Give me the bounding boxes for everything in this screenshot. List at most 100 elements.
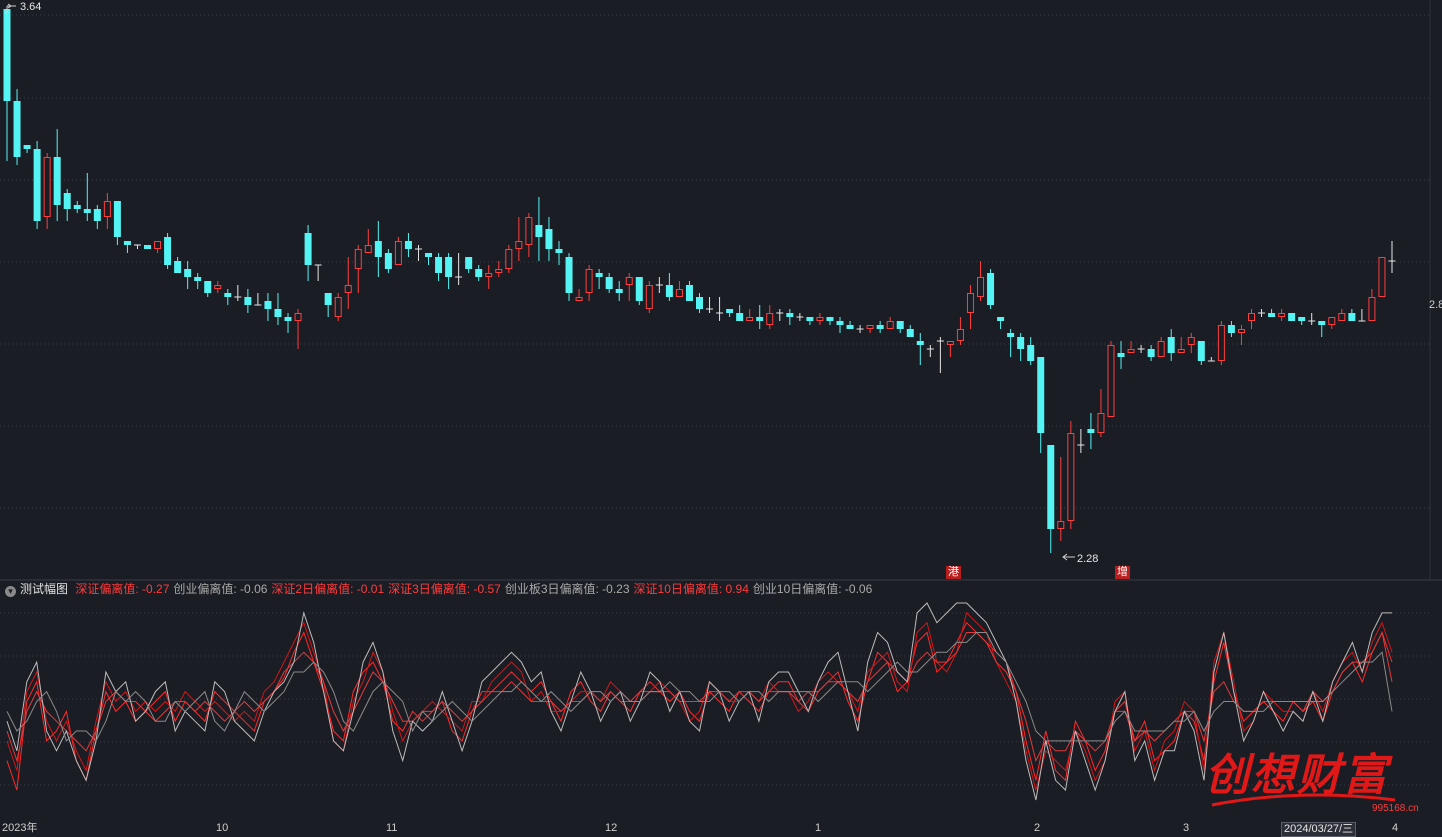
candle[interactable]: [545, 217, 553, 261]
candle[interactable]: [184, 261, 192, 289]
candle[interactable]: [736, 305, 744, 321]
candle[interactable]: [304, 225, 312, 281]
candle[interactable]: [786, 309, 794, 325]
candle[interactable]: [414, 245, 422, 261]
candle[interactable]: [796, 313, 804, 321]
candle[interactable]: [946, 341, 954, 357]
candle[interactable]: [1147, 345, 1155, 361]
candle[interactable]: [475, 265, 483, 281]
candle[interactable]: [515, 217, 523, 261]
candle[interactable]: [1027, 337, 1035, 365]
candle[interactable]: [244, 289, 252, 313]
candle[interactable]: [374, 221, 382, 277]
candle[interactable]: [103, 193, 111, 229]
candle[interactable]: [655, 277, 663, 293]
candle[interactable]: [314, 264, 322, 281]
candle[interactable]: [706, 297, 714, 313]
candle[interactable]: [164, 233, 172, 269]
candle[interactable]: [605, 273, 613, 293]
candle[interactable]: [1328, 317, 1336, 329]
candle[interactable]: [685, 281, 693, 301]
event-marker-zeng[interactable]: 增: [1115, 566, 1130, 579]
candle[interactable]: [1237, 325, 1245, 345]
event-marker-gang[interactable]: 港: [946, 566, 961, 579]
candle[interactable]: [23, 145, 31, 153]
candle[interactable]: [1258, 309, 1266, 317]
candle[interactable]: [886, 317, 894, 329]
candle[interactable]: [1137, 345, 1145, 353]
candle[interactable]: [1127, 341, 1135, 353]
candle[interactable]: [1268, 309, 1276, 317]
candle[interactable]: [33, 141, 41, 229]
candle[interactable]: [756, 305, 764, 329]
candle[interactable]: [826, 317, 834, 325]
candle[interactable]: [675, 281, 683, 297]
candle[interactable]: [535, 197, 543, 261]
candle[interactable]: [766, 305, 774, 329]
candle[interactable]: [866, 325, 874, 333]
candle[interactable]: [956, 317, 964, 345]
candle[interactable]: [585, 265, 593, 301]
candle[interactable]: [1187, 333, 1195, 353]
indicator-lines[interactable]: [6, 602, 1393, 801]
candle[interactable]: [1278, 309, 1286, 321]
candle[interactable]: [1047, 445, 1055, 553]
candle[interactable]: [1288, 313, 1296, 321]
chevron-down-icon[interactable]: ▾: [5, 586, 16, 597]
candle[interactable]: [876, 321, 884, 333]
candle[interactable]: [505, 245, 513, 273]
candle[interactable]: [1107, 341, 1115, 417]
indicator-line-4[interactable]: [6, 632, 1393, 742]
candle[interactable]: [1077, 429, 1085, 453]
candle[interactable]: [174, 257, 182, 273]
candle[interactable]: [13, 89, 21, 165]
indicator-line-2[interactable]: [6, 630, 1393, 763]
candle[interactable]: [1227, 321, 1235, 337]
candle[interactable]: [1177, 337, 1185, 353]
candle[interactable]: [1348, 309, 1356, 321]
candle[interactable]: [1378, 257, 1386, 297]
candle[interactable]: [1057, 457, 1065, 541]
candle[interactable]: [696, 293, 703, 313]
candle[interactable]: [595, 269, 603, 289]
candle[interactable]: [665, 273, 673, 301]
candle[interactable]: [123, 241, 131, 253]
candle[interactable]: [987, 269, 995, 309]
candle[interactable]: [404, 233, 412, 257]
candle[interactable]: [1358, 309, 1366, 322]
candle[interactable]: [977, 261, 985, 301]
candle[interactable]: [565, 253, 573, 301]
candle[interactable]: [1097, 389, 1105, 437]
candle[interactable]: [1217, 321, 1225, 365]
candle[interactable]: [1067, 421, 1075, 529]
candle[interactable]: [495, 261, 503, 277]
candle[interactable]: [234, 285, 242, 301]
candle[interactable]: [635, 277, 643, 305]
candle[interactable]: [936, 337, 944, 373]
candle[interactable]: [73, 201, 81, 213]
candle[interactable]: [63, 189, 71, 221]
candle[interactable]: [264, 293, 272, 321]
candle[interactable]: [154, 241, 162, 253]
candle[interactable]: [344, 257, 352, 309]
candle[interactable]: [716, 297, 724, 321]
candle[interactable]: [575, 289, 583, 301]
candle[interactable]: [1167, 329, 1175, 361]
candle[interactable]: [1007, 329, 1015, 357]
candle[interactable]: [645, 281, 653, 313]
candle[interactable]: [43, 153, 51, 229]
candle[interactable]: [1157, 337, 1165, 357]
candle[interactable]: [856, 325, 864, 333]
candle[interactable]: [425, 253, 433, 265]
indicator-line-0[interactable]: [6, 621, 1393, 791]
candle[interactable]: [1298, 317, 1306, 325]
candle[interactable]: [726, 309, 734, 317]
candle[interactable]: [1338, 309, 1346, 321]
candle[interactable]: [555, 241, 563, 265]
candle[interactable]: [53, 129, 61, 221]
candle[interactable]: [1197, 341, 1205, 365]
candle[interactable]: [224, 289, 232, 305]
candle[interactable]: [525, 213, 533, 257]
candle[interactable]: [1247, 309, 1255, 329]
indicator-title[interactable]: 测试幅图: [20, 582, 68, 596]
